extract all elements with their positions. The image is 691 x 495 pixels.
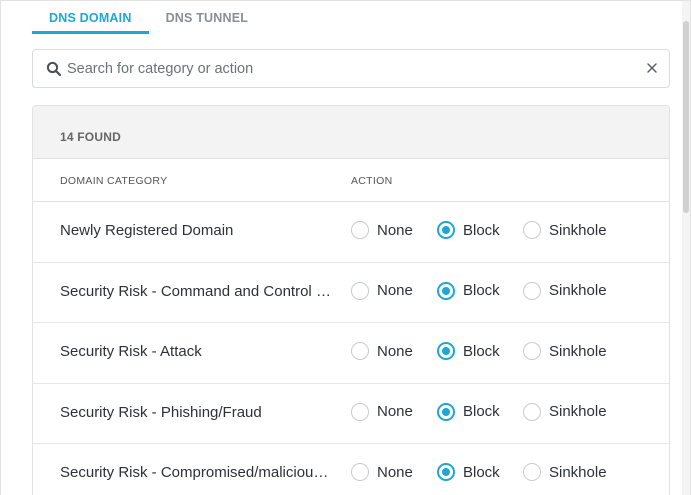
action-option-label: None (377, 403, 413, 420)
table-row: Newly Registered Domain None Block Sinkhole (33, 202, 669, 263)
action-option-sinkhole[interactable]: Sinkhole (523, 281, 607, 300)
action-option-block[interactable]: Block (437, 463, 500, 481)
table-row: Security Risk - Compromised/malicious ..… (33, 444, 669, 495)
radio-button[interactable] (437, 342, 455, 360)
action-option-none[interactable]: None (351, 342, 413, 360)
column-header-action: ACTION (351, 175, 393, 187)
action-option-sinkhole[interactable]: Sinkhole (523, 221, 607, 239)
action-option-label: Sinkhole (549, 282, 607, 299)
action-option-block[interactable]: Block (437, 402, 500, 421)
action-option-label: Block (463, 463, 500, 481)
action-option-label: Block (463, 403, 500, 420)
radio-button[interactable] (351, 342, 369, 360)
tab-dns-domain[interactable]: DNS DOMAIN (32, 1, 149, 34)
action-option-none[interactable]: None (351, 463, 413, 481)
action-option-label: None (377, 282, 413, 299)
tab-dns-tunnel[interactable]: DNS TUNNEL (149, 1, 266, 34)
action-option-none[interactable]: None (351, 221, 413, 239)
radio-button[interactable] (437, 221, 455, 239)
dns-policy-panel: DNS DOMAIN DNS TUNNEL 14 FOUND DOMAIN CA… (0, 0, 691, 495)
radio-button[interactable] (523, 342, 541, 360)
radio-button[interactable] (523, 281, 541, 300)
radio-button[interactable] (351, 402, 369, 421)
scrollbar-thumb[interactable] (683, 21, 689, 213)
search-box (32, 49, 670, 88)
domain-category-label: Newly Registered Domain (60, 222, 234, 239)
domain-category-label: Security Risk - Command and Control s... (60, 282, 335, 300)
search-icon (46, 61, 62, 77)
radio-button[interactable] (523, 221, 541, 239)
radio-button[interactable] (351, 463, 369, 481)
action-option-label: Sinkhole (549, 342, 607, 360)
tab-bar: DNS DOMAIN DNS TUNNEL (32, 1, 265, 34)
table-header: DOMAIN CATEGORY ACTION (33, 159, 669, 202)
action-option-label: None (377, 342, 413, 360)
action-option-label: Sinkhole (549, 221, 607, 239)
radio-button[interactable] (437, 281, 455, 300)
domain-category-label: Security Risk - Phishing/Fraud (60, 403, 262, 421)
action-option-label: None (377, 463, 413, 481)
radio-button[interactable] (437, 463, 455, 481)
action-option-block[interactable]: Block (437, 221, 500, 239)
action-option-block[interactable]: Block (437, 342, 500, 360)
action-option-block[interactable]: Block (437, 281, 500, 300)
action-option-label: Sinkhole (549, 463, 607, 481)
action-option-sinkhole[interactable]: Sinkhole (523, 342, 607, 360)
radio-button[interactable] (351, 281, 369, 300)
radio-button[interactable] (437, 402, 455, 421)
action-option-sinkhole[interactable]: Sinkhole (523, 463, 607, 481)
action-option-label: Sinkhole (549, 403, 607, 420)
table-body: Newly Registered Domain None Block Sinkhole… (33, 202, 669, 495)
radio-button[interactable] (523, 463, 541, 481)
search-input[interactable] (67, 50, 627, 87)
close-icon[interactable] (645, 61, 659, 75)
column-header-domain-category: DOMAIN CATEGORY (60, 175, 168, 187)
action-option-label: Block (463, 221, 500, 239)
action-option-none[interactable]: None (351, 402, 413, 421)
action-option-label: Block (463, 342, 500, 360)
table-row: Security Risk - Attack None Block Sinkhole (33, 323, 669, 384)
category-table: 14 FOUND DOMAIN CATEGORY ACTION Newly Re… (32, 105, 670, 495)
scrollbar[interactable] (682, 1, 690, 495)
action-option-none[interactable]: None (351, 281, 413, 300)
domain-category-label: Security Risk - Compromised/malicious ..… (60, 464, 335, 481)
results-count: 14 FOUND (33, 106, 669, 159)
action-option-sinkhole[interactable]: Sinkhole (523, 402, 607, 421)
radio-button[interactable] (351, 221, 369, 239)
table-row: Security Risk - Command and Control s...… (33, 263, 669, 323)
domain-category-label: Security Risk - Attack (60, 343, 202, 360)
action-option-label: Block (463, 282, 500, 299)
action-option-label: None (377, 221, 413, 239)
radio-button[interactable] (523, 402, 541, 421)
table-row: Security Risk - Phishing/Fraud None Block S… (33, 384, 669, 444)
